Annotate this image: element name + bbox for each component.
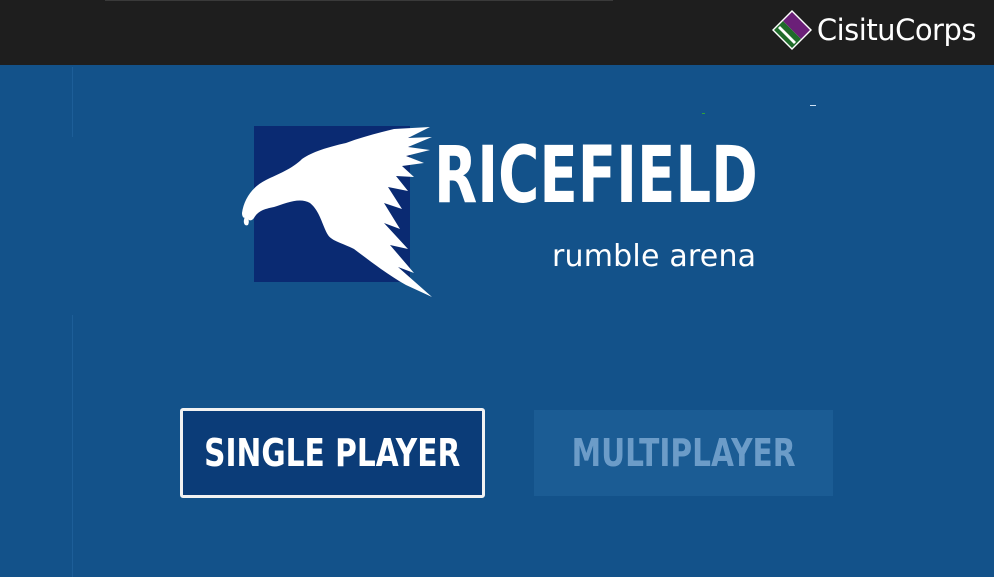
single-player-button[interactable]: SINGLE PLAYER xyxy=(180,408,485,498)
main-menu-screen: RICEFIELD rumble arena SINGLE PLAYER MUL… xyxy=(0,65,994,577)
single-player-label: SINGLE PLAYER xyxy=(204,431,461,475)
multiplayer-label: MULTIPLAYER xyxy=(571,431,796,475)
top-bar: CisituCorps xyxy=(0,0,994,65)
top-bar-line xyxy=(105,0,613,1)
diamond-logo-icon xyxy=(771,10,812,50)
divider-line xyxy=(72,67,73,137)
decor-dash xyxy=(702,113,705,114)
decor-dash xyxy=(810,105,816,106)
eagle-icon xyxy=(242,127,432,297)
game-title: RICEFIELD xyxy=(434,131,758,221)
brand-name: CisituCorps xyxy=(816,13,977,47)
brand: CisituCorps xyxy=(771,10,977,50)
multiplayer-button[interactable]: MULTIPLAYER xyxy=(534,410,833,496)
game-logo: RICEFIELD rumble arena xyxy=(238,125,778,305)
game-subtitle: rumble arena xyxy=(552,239,757,274)
divider-line xyxy=(72,315,73,577)
